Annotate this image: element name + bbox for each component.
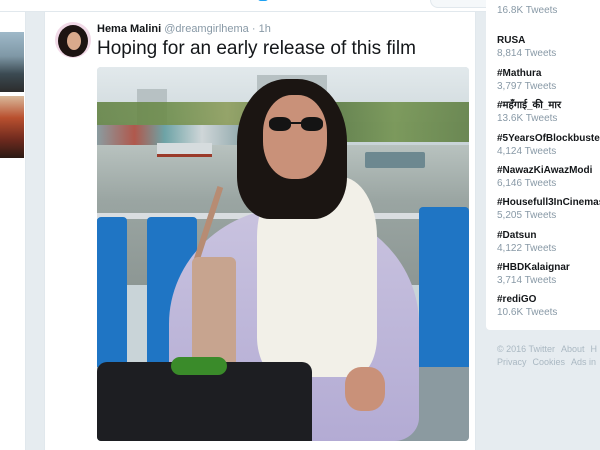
media-thumbnail[interactable] (0, 96, 24, 158)
footer-link-cookies[interactable]: Cookies (533, 357, 566, 367)
photo-boat (365, 152, 425, 168)
avatar[interactable] (55, 22, 91, 58)
trend-count: 3,714 Tweets (497, 275, 557, 286)
trend-count: 4,122 Tweets (497, 243, 557, 254)
trend-count: 6,146 Tweets (497, 178, 557, 189)
trend-name: #महँगाई_की_मार (497, 100, 562, 111)
trend-count: 5,205 Tweets (497, 210, 557, 221)
trend-name: #HBDKalaignar (497, 262, 570, 273)
avatar-face-shape (67, 32, 81, 50)
trend-count: 16.8K Tweets (497, 5, 558, 16)
trend-item[interactable]: #महँगाई_की_मार 13.6K Tweets (497, 99, 561, 125)
trend-item[interactable]: #Housefull3InCinemas 5,205 Tweets (497, 196, 600, 222)
trend-item[interactable]: #Datsun 4,122 Tweets (497, 229, 556, 255)
trend-name: RUSA (497, 35, 526, 46)
trend-count: 10.6K Tweets (497, 307, 558, 318)
trend-count: 13.6K Tweets (497, 113, 558, 124)
tweet-photo[interactable] (97, 67, 469, 441)
left-media-column (0, 12, 26, 450)
trend-item[interactable]: #5YearsOfBlockbuster 4,124 Tweets (497, 132, 600, 158)
trend-name: #5YearsOfBlockbuster (497, 133, 600, 144)
photo-boat (157, 143, 212, 157)
trend-item[interactable]: 16.8K Tweets (497, 4, 557, 17)
footer-link-privacy[interactable]: Privacy (497, 357, 527, 367)
footer-link-about[interactable]: About (561, 344, 585, 354)
author-handle[interactable]: @dreamgirlhema (164, 23, 249, 35)
trends-panel: 16.8K Tweets RUSA 8,814 Tweets #Mathura … (486, 0, 600, 330)
tweet-header: Hema Malini @dreamgirlhema · 1h (97, 23, 271, 35)
trend-name: #NawazKiAwazModi (497, 165, 593, 176)
media-thumbnail[interactable] (0, 32, 24, 92)
footer-link-ads[interactable]: Ads in (571, 357, 596, 367)
sunglasses-icon (269, 117, 323, 131)
photo-seat (419, 207, 469, 387)
trend-item[interactable]: #HBDKalaignar 3,714 Tweets (497, 261, 570, 287)
trend-item[interactable]: RUSA 8,814 Tweets (497, 34, 556, 60)
site-footer: © 2016 Twitter About H Privacy Cookies Ads i… (497, 343, 600, 369)
tweet-timestamp[interactable]: 1h (259, 23, 271, 35)
footer-copyright: © 2016 Twitter (497, 344, 555, 354)
trend-name: #rediGO (497, 294, 537, 305)
header-separator: · (251, 23, 256, 35)
photo-handbag (192, 257, 236, 367)
trend-item[interactable]: #rediGO 10.6K Tweets (497, 293, 557, 319)
trend-item[interactable]: #NawazKiAwazModi 6,146 Tweets (497, 164, 592, 190)
trend-count: 4,124 Tweets (497, 146, 557, 157)
trend-name: #Mathura (497, 68, 542, 79)
footer-link-help[interactable]: H (591, 344, 598, 354)
author-name[interactable]: Hema Malini (97, 23, 161, 35)
trend-count: 3,797 Tweets (497, 81, 557, 92)
photo-suitcase-handle (171, 357, 227, 375)
photo-hand (345, 367, 385, 411)
trend-item[interactable]: #Mathura 3,797 Tweets (497, 67, 556, 93)
trend-count: 8,814 Tweets (497, 48, 557, 59)
tweet-text: Hoping for an early release of this film (97, 38, 416, 59)
trend-name: #Datsun (497, 230, 537, 241)
nav-accent-fragment (258, 0, 268, 1)
tweet-card: Hema Malini @dreamgirlhema · 1h Hoping f… (44, 12, 476, 450)
photo-face (263, 95, 327, 179)
trend-name: #Housefull3InCinemas (497, 197, 600, 208)
